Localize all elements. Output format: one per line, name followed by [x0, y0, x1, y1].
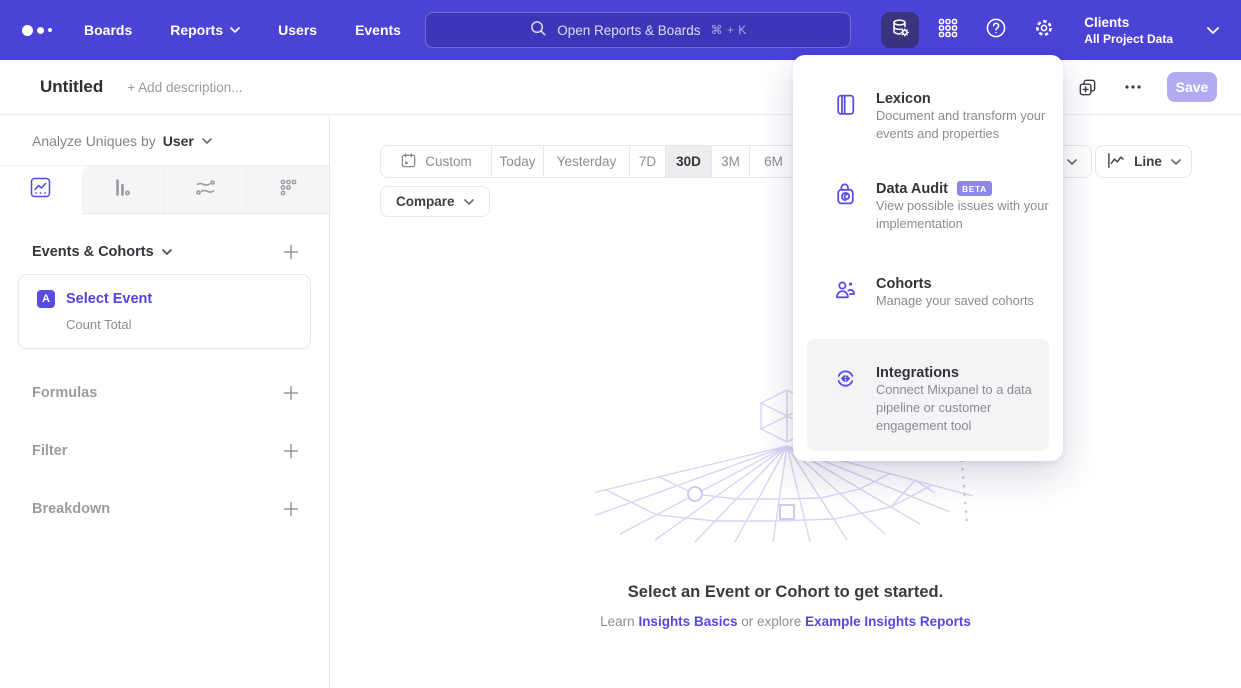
- database-gear-icon: [888, 16, 912, 45]
- mixpanel-logo-icon[interactable]: [22, 25, 64, 36]
- analyze-by-value[interactable]: User: [163, 133, 194, 149]
- nav-item-boards[interactable]: Boards: [84, 22, 132, 38]
- event-card[interactable]: A Select Event Count Total: [18, 274, 311, 349]
- date-range-6m[interactable]: 6M: [749, 146, 797, 177]
- tab-flow-chart[interactable]: [164, 166, 247, 214]
- chevron-down-icon: [230, 27, 240, 33]
- chevron-down-icon[interactable]: [162, 249, 172, 255]
- add-filter-button[interactable]: [283, 443, 299, 459]
- global-search-input[interactable]: Open Reports & Boards ⌘ + K: [425, 12, 851, 48]
- help-button[interactable]: [984, 18, 1008, 42]
- menu-item-cohorts[interactable]: Cohorts Manage your saved cohorts: [807, 276, 1049, 310]
- calendar-icon: [400, 152, 417, 172]
- empty-state-title: Select an Event or Cohort to get started…: [330, 583, 1241, 602]
- report-canvas: Custom Today Yesterday 7D 30D 3M 6M Comp…: [330, 116, 1241, 688]
- tab-metrics[interactable]: [246, 166, 329, 214]
- chevron-down-icon: [1067, 159, 1077, 165]
- data-management-menu: Lexicon Document and transform your even…: [793, 55, 1063, 461]
- book-icon: [833, 91, 859, 143]
- empty-state-subtitle: Learn Insights Basics or explore Example…: [330, 614, 1241, 629]
- menu-item-description: Document and transform your events and p…: [876, 108, 1045, 141]
- menu-item-integrations[interactable]: Integrations Connect Mixpanel to a data …: [807, 339, 1049, 451]
- gear-icon: [1032, 16, 1056, 45]
- insights-basics-link[interactable]: Insights Basics: [638, 614, 737, 629]
- chart-type-button[interactable]: Line: [1095, 145, 1192, 178]
- line-chart-tab-icon: [29, 176, 52, 204]
- select-event-button[interactable]: Select Event: [66, 291, 152, 307]
- date-range-30d[interactable]: 30D: [665, 146, 711, 177]
- menu-item-title: Lexicon: [876, 91, 931, 107]
- date-range-today[interactable]: Today: [491, 146, 543, 177]
- filter-section: Filter: [32, 443, 299, 459]
- nav-item-events[interactable]: Events: [355, 22, 401, 38]
- dots-funnel-tab-icon: [277, 176, 300, 204]
- menu-item-lexicon[interactable]: Lexicon Document and transform your even…: [807, 91, 1049, 143]
- events-cohorts-label[interactable]: Events & Cohorts: [32, 244, 154, 260]
- tab-insights-chart[interactable]: [0, 166, 82, 214]
- project-scope: All Project Data: [1084, 32, 1173, 46]
- search-placeholder: Open Reports & Boards: [557, 23, 700, 38]
- query-builder-sidebar: Analyze Uniques by User: [0, 116, 330, 688]
- menu-item-description: View possible issues with your implement…: [876, 198, 1049, 231]
- date-range-custom[interactable]: Custom: [381, 146, 491, 177]
- chevron-down-icon[interactable]: [1207, 21, 1219, 39]
- more-options-button[interactable]: [1121, 75, 1145, 99]
- example-reports-link[interactable]: Example Insights Reports: [805, 614, 971, 629]
- people-icon: [833, 276, 859, 310]
- nav-item-users[interactable]: Users: [278, 22, 317, 38]
- sync-icon: [833, 365, 859, 451]
- add-formula-button[interactable]: [283, 385, 299, 401]
- date-range-7d[interactable]: 7D: [629, 146, 665, 177]
- bar-chart-tab-icon: [111, 176, 134, 204]
- date-range-3m[interactable]: 3M: [711, 146, 749, 177]
- date-range-yesterday[interactable]: Yesterday: [543, 146, 629, 177]
- visualization-tabs: [0, 165, 329, 214]
- data-management-button[interactable]: [881, 12, 919, 48]
- count-total-selector[interactable]: Count Total: [66, 317, 296, 332]
- menu-item-description: Connect Mixpanel to a data pipeline or c…: [876, 382, 1032, 433]
- menu-item-data-audit[interactable]: Data Audit BETA View possible issues wit…: [807, 181, 1049, 233]
- line-chart-icon: [1106, 152, 1125, 172]
- report-title[interactable]: Untitled: [40, 77, 103, 97]
- breakdown-section: Breakdown: [32, 501, 299, 517]
- project-name: Clients: [1084, 15, 1173, 30]
- audit-icon: [833, 181, 859, 233]
- add-description-field[interactable]: + Add description...: [127, 80, 242, 95]
- chevron-down-icon: [1171, 159, 1181, 165]
- menu-item-title: Data Audit: [876, 181, 948, 197]
- flow-tab-icon: [194, 176, 217, 204]
- search-shortcut: ⌘ + K: [711, 23, 747, 37]
- chevron-down-icon: [464, 199, 474, 205]
- analyze-by-label: Analyze Uniques by: [32, 133, 156, 149]
- nav-item-reports[interactable]: Reports: [170, 22, 240, 38]
- tab-bar-chart[interactable]: [82, 166, 164, 214]
- add-event-button[interactable]: [283, 244, 299, 260]
- beta-badge: BETA: [957, 181, 992, 196]
- formulas-section: Formulas: [32, 385, 299, 401]
- apps-grid-button[interactable]: [936, 18, 960, 42]
- search-icon: [529, 19, 547, 42]
- event-series-badge: A: [37, 290, 55, 308]
- breakdown-label: Breakdown: [32, 501, 110, 517]
- menu-item-description: Manage your saved cohorts: [876, 293, 1034, 308]
- formulas-label: Formulas: [32, 385, 97, 401]
- menu-item-title: Integrations: [876, 365, 959, 381]
- help-icon: [984, 16, 1008, 45]
- filter-label: Filter: [32, 443, 67, 459]
- date-range-control: Custom Today Yesterday 7D 30D 3M 6M: [380, 145, 798, 178]
- save-button[interactable]: Save: [1167, 72, 1217, 102]
- chevron-down-icon[interactable]: [202, 138, 212, 144]
- top-navbar: Boards Reports Users Events Open Reports…: [0, 0, 1241, 60]
- menu-item-title: Cohorts: [876, 276, 932, 292]
- grid-icon: [937, 17, 959, 44]
- analyze-by-row: Analyze Uniques by User: [0, 116, 329, 165]
- duplicate-button[interactable]: [1075, 75, 1099, 99]
- project-selector[interactable]: Clients All Project Data: [1084, 15, 1173, 46]
- add-breakdown-button[interactable]: [283, 501, 299, 517]
- settings-button[interactable]: [1032, 18, 1056, 42]
- compare-button[interactable]: Compare: [380, 186, 490, 217]
